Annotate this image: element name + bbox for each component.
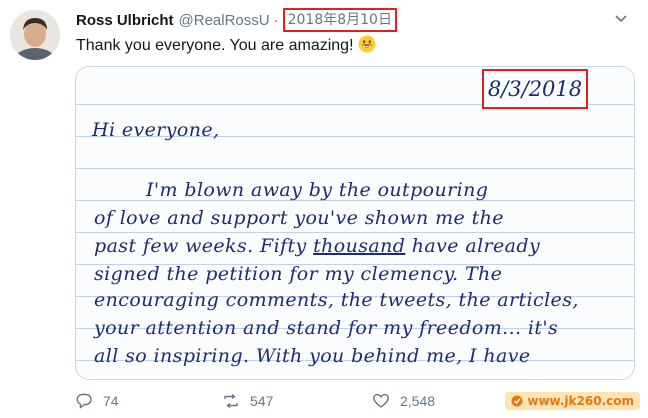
letter-line: past few weeks. Fifty thousand have alre… (94, 235, 540, 257)
author-name[interactable]: Ross Ulbricht (76, 12, 174, 29)
letter-line: I'm blown away by the outpouring (146, 179, 489, 201)
letter-underlined-word: thousand (313, 235, 406, 257)
letter-line-text: have already (405, 235, 541, 257)
letter-line: encouraging comments, the tweets, the ar… (94, 289, 579, 311)
retweet-button[interactable]: 547 (222, 392, 273, 410)
letter-line: your attention and stand for my freedom.… (94, 317, 559, 339)
heart-icon (373, 393, 389, 408)
chevron-down-icon[interactable] (614, 12, 628, 26)
letter-greeting: Hi everyone, (92, 119, 220, 141)
reply-icon (76, 393, 92, 409)
separator-dot: · (273, 11, 279, 29)
watermark: www.jk260.com (505, 392, 640, 410)
reply-button[interactable]: 74 (75, 392, 119, 410)
letter-line: of love and support you've shown me the (94, 207, 504, 229)
letter-line: signed the petition for my clemency. The (94, 263, 503, 285)
retweet-count: 547 (250, 393, 274, 409)
tweet-date[interactable]: 2018年8月10日 (282, 8, 397, 32)
tweet-header: Ross Ulbricht @RealRossU · 2018年8月10日 (76, 8, 628, 32)
avatar[interactable] (10, 10, 60, 60)
reply-count: 74 (103, 393, 119, 409)
retweet-icon (224, 393, 238, 409)
letter-line: all so inspiring. With you behind me, I … (94, 345, 531, 367)
letter-date: 8/3/2018 (482, 69, 588, 109)
tweet-text-content: Thank you everyone. You are amazing! (76, 37, 354, 54)
grinning-face-emoji-icon (358, 35, 376, 53)
letter-image[interactable]: 8/3/2018 Hi everyone, I'm blown away by … (75, 66, 635, 380)
author-handle[interactable]: @RealRossU (179, 12, 270, 29)
like-button[interactable]: 2,548 (372, 392, 435, 410)
watermark-logo-icon (511, 395, 523, 407)
avatar-photo (10, 10, 60, 60)
tweet-text: Thank you everyone. You are amazing! (76, 35, 376, 55)
like-count: 2,548 (400, 393, 436, 409)
watermark-text: www.jk260.com (527, 394, 634, 408)
letter-line-text: past few weeks. Fifty (94, 235, 314, 257)
